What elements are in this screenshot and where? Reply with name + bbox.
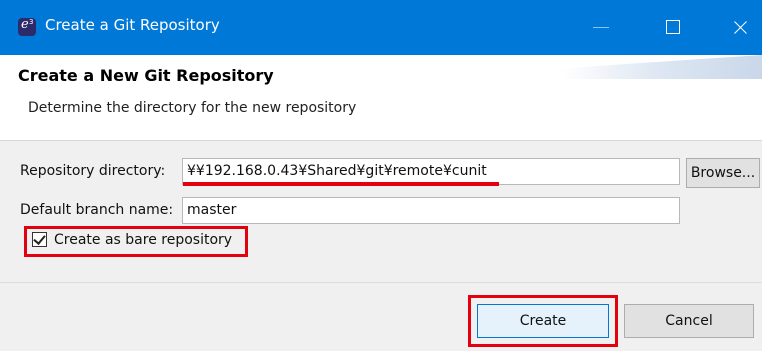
- window-title: Create a Git Repository: [45, 16, 220, 34]
- eclipse-app-icon: [18, 17, 36, 36]
- bare-repo-label[interactable]: Create as bare repository: [54, 232, 232, 248]
- browse-button[interactable]: Browse...: [686, 158, 760, 188]
- repo-directory-label: Repository directory:: [20, 163, 166, 179]
- branch-name-input[interactable]: master: [182, 197, 680, 224]
- footer-separator: [0, 282, 762, 283]
- highlight-underline: [183, 182, 499, 186]
- minimize-icon[interactable]: [578, 0, 624, 55]
- window-titlebar: Create a Git Repository: [0, 0, 762, 55]
- bare-repo-checkbox[interactable]: [32, 232, 47, 247]
- checkmark-icon: [33, 232, 46, 245]
- page-title: Create a New Git Repository: [18, 66, 274, 85]
- repo-directory-input[interactable]: ¥¥192.168.0.43¥Shared¥git¥remote¥cunit: [182, 158, 680, 185]
- close-icon[interactable]: [718, 0, 762, 55]
- banner-decoration: [562, 55, 762, 79]
- cancel-button[interactable]: Cancel: [624, 304, 754, 338]
- page-description: Determine the directory for the new repo…: [28, 100, 357, 116]
- wizard-header: Create a New Git Repository Determine th…: [0, 55, 762, 141]
- branch-name-label: Default branch name:: [20, 202, 174, 218]
- create-button[interactable]: Create: [477, 304, 609, 338]
- maximize-icon[interactable]: [650, 0, 696, 55]
